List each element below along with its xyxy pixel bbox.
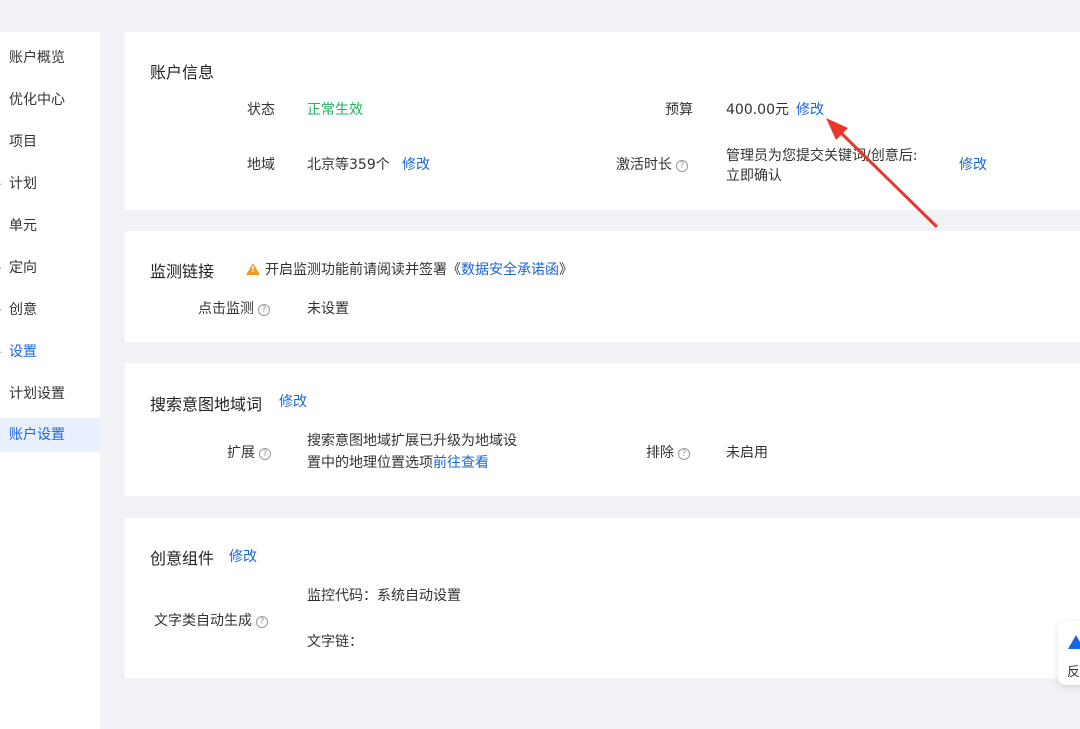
account-info-card: 账户信息 状态 正常生效 预算 400.00元 修改 地域 北京等359个 修改… bbox=[125, 32, 1080, 210]
sidebar-item-label: 单元 bbox=[9, 218, 37, 234]
status-label: 状态 bbox=[247, 102, 275, 118]
feedback-label: 反 bbox=[1067, 665, 1080, 680]
budget-edit-link[interactable]: 修改 bbox=[796, 99, 824, 119]
text-chain-value: 文字链： bbox=[307, 634, 363, 650]
notice-suffix: 》 bbox=[559, 262, 573, 278]
region-edit-link[interactable]: 修改 bbox=[402, 154, 430, 174]
expand-value-line1: 搜索意图地域扩展已升级为地域设 bbox=[307, 433, 517, 449]
activation-value-line2: 立即确认 bbox=[726, 168, 782, 184]
status-value: 正常生效 bbox=[307, 102, 363, 118]
help-icon[interactable]: ? bbox=[258, 304, 270, 316]
search-intent-edit-link[interactable]: 修改 bbox=[279, 391, 307, 411]
sidebar-item-label: 计划 bbox=[9, 176, 37, 192]
expand-value-text: 置中的地理位置选项 bbox=[307, 455, 433, 471]
warning-icon bbox=[246, 263, 260, 275]
budget-value: 400.00元 bbox=[726, 102, 789, 118]
sidebar-item-label: 优化中心 bbox=[9, 92, 65, 108]
creative-title: 创意组件 bbox=[150, 549, 215, 568]
sidebar-item-label: 创意 bbox=[9, 302, 37, 318]
help-icon[interactable]: ? bbox=[676, 160, 688, 172]
sidebar-item-creative[interactable]: › 创意 bbox=[0, 293, 100, 327]
creative-edit-link[interactable]: 修改 bbox=[229, 546, 257, 566]
budget-label: 预算 bbox=[665, 102, 693, 118]
chevron-right-icon: › bbox=[0, 251, 2, 285]
sidebar-item-settings[interactable]: › 设置 bbox=[0, 335, 100, 369]
notice-prefix: 开启监测功能前请阅读并签署《 bbox=[265, 262, 461, 278]
region-value: 北京等359个 bbox=[307, 157, 390, 173]
sidebar-item-label: 计划设置 bbox=[9, 386, 65, 402]
expand-label-group: 扩展? bbox=[227, 442, 271, 462]
exclude-label-group: 排除? bbox=[646, 442, 690, 462]
help-icon[interactable]: ? bbox=[256, 616, 268, 628]
sidebar-item-targeting[interactable]: › 定向 bbox=[0, 251, 100, 285]
click-monitor-value: 未设置 bbox=[307, 301, 349, 317]
data-security-letter-link[interactable]: 数据安全承诺函 bbox=[461, 262, 559, 278]
sidebar-item-label: 设置 bbox=[9, 344, 37, 360]
sidebar-item-project[interactable]: 项目 bbox=[0, 125, 100, 159]
click-monitor-label-group: 点击监测? bbox=[198, 298, 270, 318]
sidebar-item-plan-settings[interactable]: 计划设置 bbox=[0, 377, 100, 411]
exclude-value: 未启用 bbox=[726, 445, 768, 461]
sidebar: 账户概览 优化中心 项目 › 计划 单元 › 定向 › 创意 › 设置 计划设置 账户设… bbox=[0, 32, 100, 729]
account-info-title: 账户信息 bbox=[150, 63, 215, 82]
auto-generate-label-group: 文字类自动生成? bbox=[154, 610, 268, 630]
sidebar-item-label: 定向 bbox=[9, 260, 37, 276]
feedback-button[interactable]: 反 bbox=[1058, 621, 1080, 685]
monitoring-notice: 开启监测功能前请阅读并签署《数据安全承诺函》 bbox=[246, 259, 573, 279]
monitor-code-value: 监控代码：系统自动设置 bbox=[307, 588, 461, 604]
sidebar-item-label: 项目 bbox=[9, 134, 37, 150]
chevron-right-icon: › bbox=[0, 293, 2, 327]
activation-label: 激活时长 bbox=[616, 157, 672, 173]
go-view-link[interactable]: 前往查看 bbox=[433, 455, 489, 471]
sidebar-item-label: 账户设置 bbox=[9, 427, 65, 443]
activation-value-line1: 管理员为您提交关键词/创意后: bbox=[726, 148, 918, 164]
sidebar-item-unit[interactable]: 单元 bbox=[0, 209, 100, 243]
help-icon[interactable]: ? bbox=[259, 448, 271, 460]
expand-value-line2: 置中的地理位置选项前往查看 bbox=[307, 452, 489, 472]
sidebar-item-optimization-center[interactable]: 优化中心 bbox=[0, 83, 100, 117]
activation-label-group: 激活时长? bbox=[616, 154, 688, 174]
chevron-right-icon: › bbox=[0, 167, 2, 201]
help-icon[interactable]: ? bbox=[678, 448, 690, 460]
monitoring-title: 监测链接 bbox=[150, 262, 215, 281]
expand-label: 扩展 bbox=[227, 445, 255, 461]
search-intent-title: 搜索意图地域词 bbox=[150, 395, 263, 414]
monitoring-card: 监测链接 开启监测功能前请阅读并签署《数据安全承诺函》 点击监测? 未设置 bbox=[125, 231, 1080, 342]
chevron-down-icon: › bbox=[0, 335, 2, 369]
feedback-icon bbox=[1068, 635, 1080, 649]
sidebar-item-plan[interactable]: › 计划 bbox=[0, 167, 100, 201]
sidebar-item-account-overview[interactable]: 账户概览 bbox=[0, 41, 100, 75]
creative-components-card: 创意组件 修改 文字类自动生成? 监控代码：系统自动设置 文字链： bbox=[125, 518, 1080, 678]
sidebar-item-label: 账户概览 bbox=[9, 50, 65, 66]
sidebar-item-account-settings[interactable]: 账户设置 bbox=[0, 418, 100, 452]
click-monitor-label: 点击监测 bbox=[198, 301, 254, 317]
activation-edit-link[interactable]: 修改 bbox=[959, 154, 987, 174]
search-intent-card: 搜索意图地域词 修改 扩展? 搜索意图地域扩展已升级为地域设 置中的地理位置选项… bbox=[125, 363, 1080, 496]
region-label: 地域 bbox=[247, 157, 275, 173]
exclude-label: 排除 bbox=[646, 445, 674, 461]
auto-generate-label: 文字类自动生成 bbox=[154, 613, 252, 629]
